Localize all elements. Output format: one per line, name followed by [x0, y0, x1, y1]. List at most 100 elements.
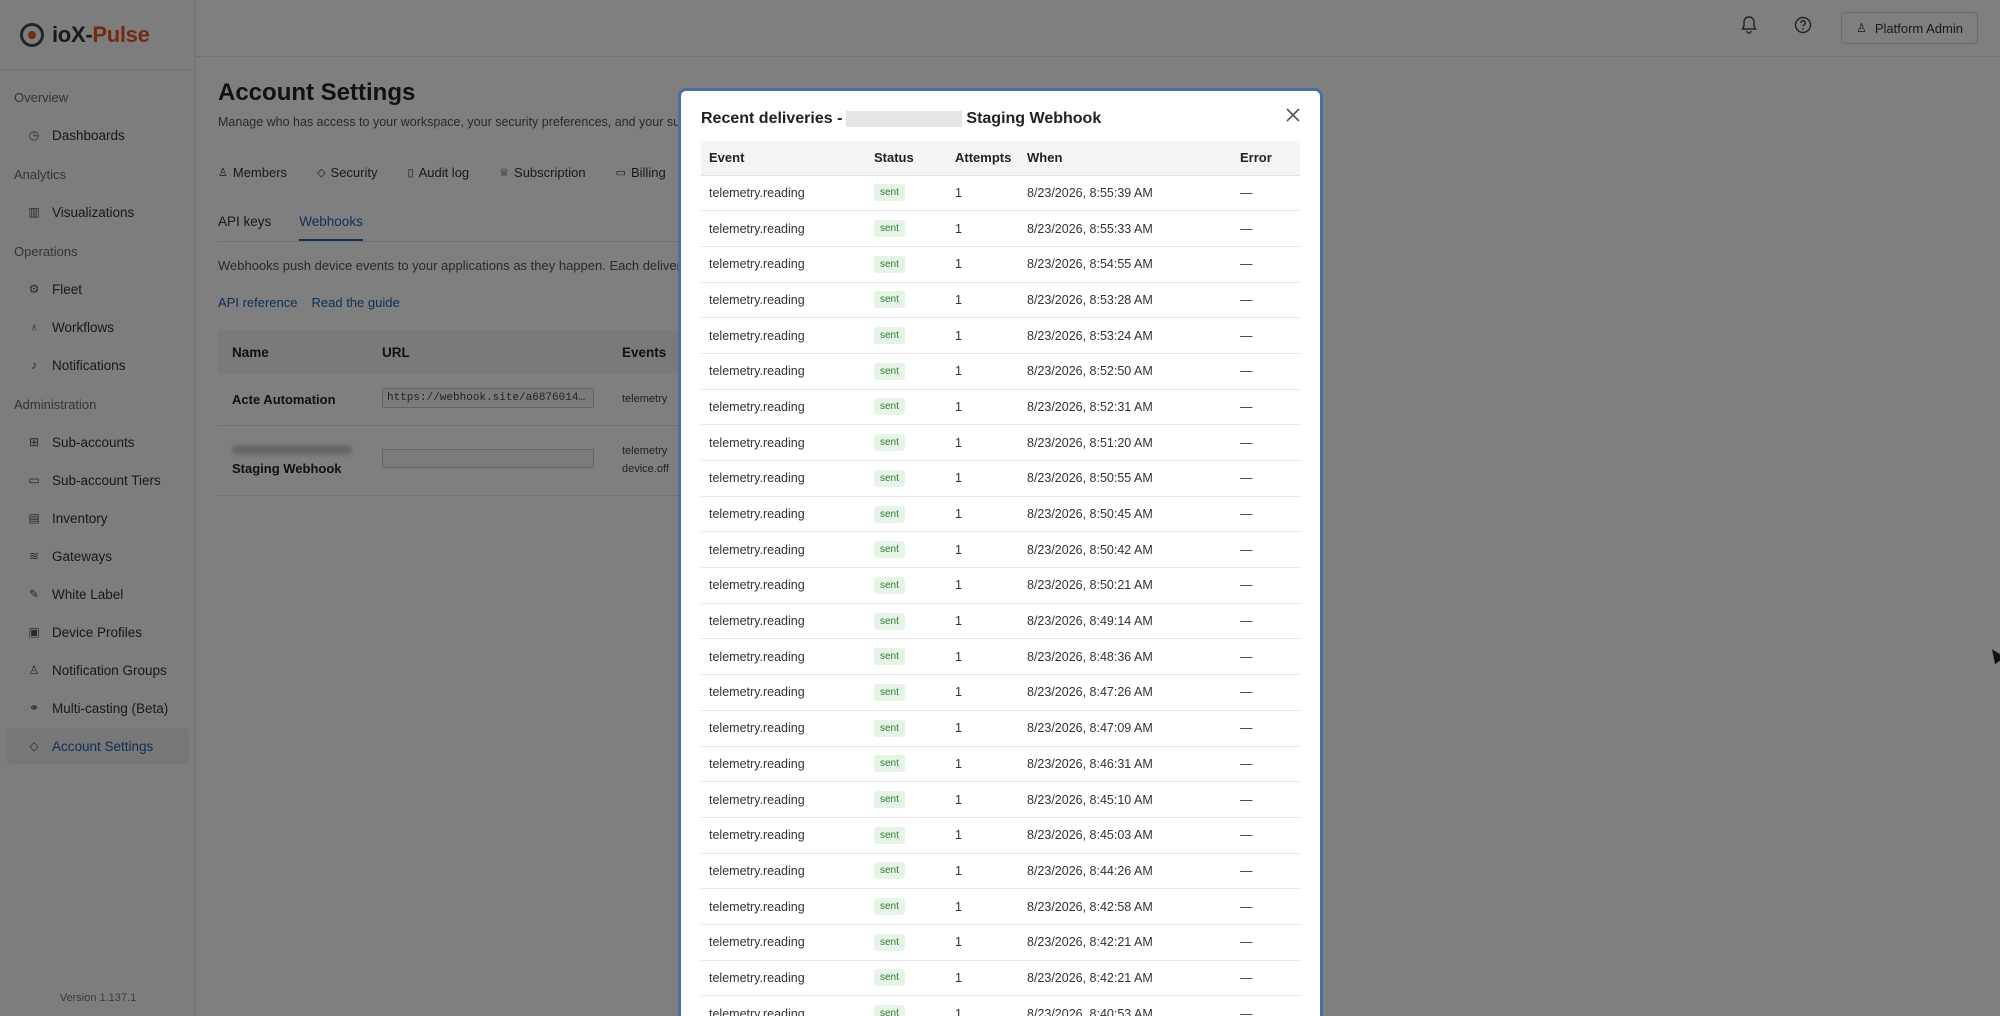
- delivery-attempts: 1: [955, 614, 962, 629]
- table-row[interactable]: telemetry.reading sent 1 8/23/2026, 8:54:55…: [701, 246, 1300, 283]
- status-badge: sent: [874, 327, 905, 345]
- table-row[interactable]: telemetry.reading sent 1 8/23/2026, 8:42:21…: [701, 960, 1300, 997]
- delivery-status-cell: sent: [866, 710, 947, 747]
- table-row[interactable]: telemetry.reading sent 1 8/23/2026, 8:50:45…: [701, 496, 1300, 533]
- delivery-attempts-cell: 1: [947, 424, 1019, 461]
- delivery-timestamp-cell: 8/23/2026, 8:51:20 AM: [1019, 424, 1232, 461]
- delivery-event: telemetry.reading: [709, 328, 805, 343]
- status-badge: sent: [874, 791, 905, 809]
- delivery-error-cell: —: [1232, 638, 1300, 676]
- table-row[interactable]: telemetry.reading sent 1 8/23/2026, 8:50:55…: [701, 460, 1300, 497]
- delivery-event-cell: telemetry.reading: [701, 282, 866, 319]
- delivery-timestamp-cell: 8/23/2026, 8:55:33 AM: [1019, 210, 1232, 247]
- delivery-attempts: 1: [955, 185, 962, 200]
- delivery-timestamp-cell: 8/23/2026, 8:42:21 AM: [1019, 960, 1232, 997]
- delivery-timestamp: 8/23/2026, 8:45:10 AM: [1027, 792, 1153, 807]
- table-row[interactable]: telemetry.reading sent 1 8/23/2026, 8:52:50…: [701, 353, 1300, 390]
- delivery-event: telemetry.reading: [709, 721, 805, 736]
- delivery-attempts-cell: 1: [947, 389, 1019, 426]
- delivery-error: —: [1240, 185, 1253, 200]
- delivery-attempts: 1: [955, 828, 962, 843]
- redacted-text: [846, 111, 963, 127]
- delivery-timestamp-cell: 8/23/2026, 8:45:10 AM: [1019, 781, 1232, 818]
- delivery-timestamp: 8/23/2026, 8:55:39 AM: [1027, 185, 1153, 200]
- delivery-attempts: 1: [955, 471, 962, 486]
- table-row[interactable]: telemetry.reading sent 1 8/23/2026, 8:45:10…: [701, 781, 1300, 818]
- delivery-event-cell: telemetry.reading: [701, 567, 866, 604]
- delivery-attempts: 1: [955, 399, 962, 414]
- delivery-status-cell: sent: [866, 246, 947, 283]
- table-row[interactable]: telemetry.reading sent 1 8/23/2026, 8:48:36…: [701, 638, 1300, 676]
- status-badge: sent: [874, 362, 905, 380]
- delivery-error: —: [1240, 471, 1253, 486]
- status-badge: sent: [874, 755, 905, 773]
- column-header-status: Status: [866, 141, 947, 176]
- delivery-timestamp-cell: 8/23/2026, 8:50:42 AM: [1019, 531, 1232, 569]
- table-row[interactable]: telemetry.reading sent 1 8/23/2026, 8:40:53…: [701, 995, 1300, 1016]
- delivery-timestamp: 8/23/2026, 8:50:21 AM: [1027, 578, 1153, 593]
- table-row[interactable]: telemetry.reading sent 1 8/23/2026, 8:55:39…: [701, 175, 1300, 212]
- delivery-timestamp-cell: 8/23/2026, 8:48:36 AM: [1019, 638, 1232, 676]
- status-badge: sent: [874, 648, 905, 666]
- delivery-timestamp-cell: 8/23/2026, 8:55:39 AM: [1019, 175, 1232, 212]
- close-icon[interactable]: [1282, 105, 1304, 127]
- delivery-event-cell: telemetry.reading: [701, 710, 866, 747]
- delivery-error-cell: —: [1232, 353, 1300, 390]
- delivery-attempts-cell: 1: [947, 531, 1019, 569]
- table-row[interactable]: telemetry.reading sent 1 8/23/2026, 8:53:28…: [701, 282, 1300, 319]
- delivery-event-cell: telemetry.reading: [701, 924, 866, 961]
- delivery-attempts-cell: 1: [947, 460, 1019, 497]
- delivery-attempts: 1: [955, 328, 962, 343]
- delivery-attempts: 1: [955, 721, 962, 736]
- delivery-error: —: [1240, 614, 1253, 629]
- delivery-error: —: [1240, 970, 1253, 985]
- delivery-timestamp: 8/23/2026, 8:44:26 AM: [1027, 863, 1153, 878]
- delivery-event-cell: telemetry.reading: [701, 960, 866, 997]
- table-row[interactable]: telemetry.reading sent 1 8/23/2026, 8:42:21…: [701, 924, 1300, 961]
- delivery-event-cell: telemetry.reading: [701, 496, 866, 533]
- delivery-timestamp: 8/23/2026, 8:52:50 AM: [1027, 364, 1153, 379]
- table-row[interactable]: telemetry.reading sent 1 8/23/2026, 8:53:24…: [701, 317, 1300, 354]
- delivery-attempts-cell: 1: [947, 317, 1019, 354]
- delivery-event: telemetry.reading: [709, 185, 805, 200]
- delivery-timestamp-cell: 8/23/2026, 8:47:26 AM: [1019, 674, 1232, 711]
- delivery-attempts-cell: 1: [947, 817, 1019, 854]
- table-row[interactable]: telemetry.reading sent 1 8/23/2026, 8:47:26…: [701, 674, 1300, 711]
- delivery-status-cell: sent: [866, 317, 947, 354]
- delivery-attempts: 1: [955, 364, 962, 379]
- delivery-attempts-cell: 1: [947, 567, 1019, 604]
- column-header-attempts: Attempts: [947, 141, 1019, 176]
- delivery-error: —: [1240, 507, 1253, 522]
- delivery-attempts: 1: [955, 792, 962, 807]
- delivery-status-cell: sent: [866, 567, 947, 604]
- delivery-attempts: 1: [955, 899, 962, 914]
- delivery-error: —: [1240, 792, 1253, 807]
- delivery-attempts: 1: [955, 685, 962, 700]
- delivery-timestamp-cell: 8/23/2026, 8:53:28 AM: [1019, 282, 1232, 319]
- delivery-timestamp-cell: 8/23/2026, 8:42:21 AM: [1019, 924, 1232, 961]
- status-badge: sent: [874, 469, 905, 487]
- delivery-status-cell: sent: [866, 924, 947, 961]
- table-row[interactable]: telemetry.reading sent 1 8/23/2026, 8:55:33…: [701, 210, 1300, 247]
- delivery-error-cell: —: [1232, 710, 1300, 747]
- delivery-timestamp-cell: 8/23/2026, 8:52:50 AM: [1019, 353, 1232, 390]
- delivery-attempts-cell: 1: [947, 282, 1019, 319]
- table-row[interactable]: telemetry.reading sent 1 8/23/2026, 8:47:09…: [701, 710, 1300, 747]
- delivery-attempts-cell: 1: [947, 853, 1019, 890]
- delivery-error: —: [1240, 828, 1253, 843]
- delivery-timestamp-cell: 8/23/2026, 8:40:53 AM: [1019, 995, 1232, 1016]
- table-row[interactable]: telemetry.reading sent 1 8/23/2026, 8:46:31…: [701, 746, 1300, 783]
- table-row[interactable]: telemetry.reading sent 1 8/23/2026, 8:51:20…: [701, 424, 1300, 461]
- table-row[interactable]: telemetry.reading sent 1 8/23/2026, 8:45:03…: [701, 817, 1300, 854]
- table-row[interactable]: telemetry.reading sent 1 8/23/2026, 8:49:14…: [701, 603, 1300, 640]
- delivery-event-cell: telemetry.reading: [701, 781, 866, 818]
- delivery-error: —: [1240, 221, 1253, 236]
- status-badge: sent: [874, 184, 905, 202]
- table-row[interactable]: telemetry.reading sent 1 8/23/2026, 8:50:21…: [701, 567, 1300, 604]
- delivery-timestamp: 8/23/2026, 8:45:03 AM: [1027, 828, 1153, 843]
- table-row[interactable]: telemetry.reading sent 1 8/23/2026, 8:42:58…: [701, 888, 1300, 925]
- table-row[interactable]: telemetry.reading sent 1 8/23/2026, 8:44:26…: [701, 853, 1300, 890]
- status-badge: sent: [874, 719, 905, 737]
- table-row[interactable]: telemetry.reading sent 1 8/23/2026, 8:52:31…: [701, 389, 1300, 426]
- table-row[interactable]: telemetry.reading sent 1 8/23/2026, 8:50:42…: [701, 531, 1300, 569]
